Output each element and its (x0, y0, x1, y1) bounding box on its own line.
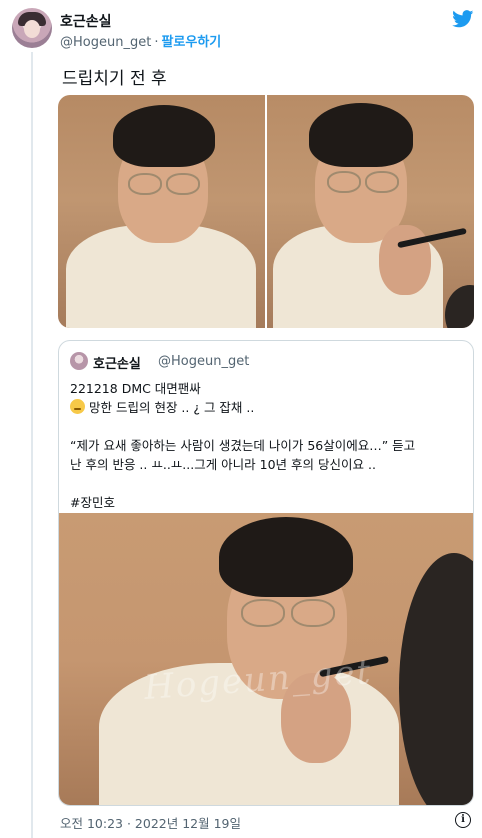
separator: · (154, 35, 159, 50)
author-name[interactable]: 호근손실 (60, 11, 112, 31)
quoted-line: 221218 DMC 대면팬싸 (70, 381, 201, 396)
quoted-author-name: 호근손실 (93, 357, 141, 372)
quoted-author-avatar (70, 352, 88, 370)
tweet-timestamp[interactable]: 오전 10:23 · 2022년 12월 19일 (60, 813, 241, 832)
quoted-line: 난 후의 반응 .. ㅛ..ㅛ...그게 아니라 10년 후의 당신이요 .. (70, 457, 376, 472)
quoted-tweet-card[interactable]: 호근손실 @Hogeun_get 221218 DMC 대면팬싸 망한 드립의 … (58, 340, 474, 806)
author-handle-line: @Hogeun_get · 팔로우하기 (60, 31, 221, 50)
quoted-tweet-photo[interactable]: Hogeun_get (59, 513, 473, 805)
info-icon[interactable]: i (455, 812, 471, 828)
tweet-photo-after[interactable] (267, 95, 474, 328)
tweet-photo-before[interactable] (58, 95, 265, 328)
quoted-hashtag[interactable]: #장민호 (70, 493, 470, 512)
author-handle[interactable]: @Hogeun_get (60, 35, 151, 50)
author-avatar[interactable] (12, 8, 52, 48)
twitter-bird-icon[interactable] (452, 10, 474, 28)
quoted-line: “제가 요새 좋아하는 사람이 생겼는데 나이가 56살이에요…” 듣고 (70, 438, 416, 453)
follow-button[interactable]: 팔로우하기 (161, 35, 221, 50)
quoted-tweet-text: 221218 DMC 대면팬싸 망한 드립의 현장 .. ¿ 그 잡채 .. “… (70, 379, 470, 512)
thread-line (31, 52, 33, 838)
melting-face-emoji (70, 399, 85, 414)
quoted-author-handle: @Hogeun_get (158, 354, 250, 369)
tweet-text: 드립치기 전 후 (62, 69, 167, 89)
quoted-line: 망한 드립의 현장 .. ¿ 그 잡채 .. (70, 398, 470, 417)
